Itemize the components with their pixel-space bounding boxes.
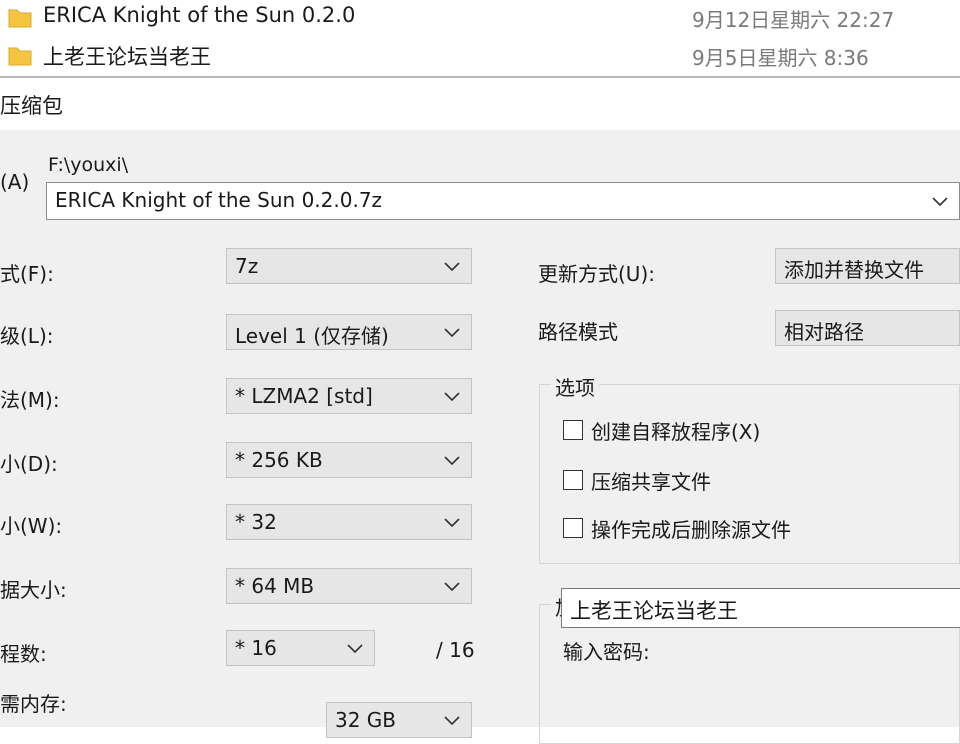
shared-files-checkbox-row[interactable]: 压缩共享文件 <box>563 468 863 496</box>
format-value: 7z <box>235 254 259 278</box>
folder-icon <box>8 47 32 66</box>
format-select[interactable]: 7z <box>226 248 472 284</box>
solid-block-select[interactable]: * 64 MB <box>226 568 472 604</box>
archive-path: F:\youxi\ <box>48 154 129 176</box>
delete-after-checkbox-label: 操作完成后删除源文件 <box>591 518 791 542</box>
word-size-value: * 32 <box>235 510 277 534</box>
archive-name-combo[interactable]: ERICA Knight of the Sun 0.2.0.7z <box>46 182 960 220</box>
chevron-down-icon <box>347 644 363 654</box>
format-label: 式(F): <box>0 262 54 286</box>
word-size-select[interactable]: * 32 <box>226 504 472 540</box>
password-input[interactable]: 上老王论坛当老王 <box>561 588 960 628</box>
solid-block-value: * 64 MB <box>235 574 315 598</box>
memory-select[interactable]: 32 GB <box>326 702 472 738</box>
chevron-down-icon <box>444 392 460 402</box>
dictionary-label: 小(D): <box>0 452 58 476</box>
chevron-down-icon[interactable] <box>931 192 949 210</box>
file-name: 上老王论坛当老王 <box>43 45 211 69</box>
threads-max: / 16 <box>436 638 475 662</box>
dialog-title: 压缩包 <box>0 94 63 118</box>
word-size-label: 小(W): <box>0 514 63 538</box>
file-date: 9月5日星期六 8:36 <box>692 46 869 70</box>
memory-value: 32 GB <box>335 708 397 732</box>
sfx-checkbox-row[interactable]: 创建自释放程序(X) <box>563 418 863 446</box>
delete-after-checkbox-row[interactable]: 操作完成后删除源文件 <box>563 516 863 544</box>
sfx-checkbox[interactable] <box>563 420 583 440</box>
file-date: 9月12日星期六 22:27 <box>692 8 895 32</box>
level-label: 级(L): <box>0 324 54 348</box>
update-mode-value: 添加并替换文件 <box>784 258 924 282</box>
options-title: 选项 <box>551 372 599 401</box>
threads-select[interactable]: * 16 <box>226 630 375 666</box>
password-value: 上老王论坛当老王 <box>570 599 738 623</box>
shared-files-checkbox-label: 压缩共享文件 <box>591 470 711 494</box>
delete-after-checkbox[interactable] <box>563 518 583 538</box>
method-label: 法(M): <box>0 388 60 412</box>
dictionary-select[interactable]: * 256 KB <box>226 442 472 478</box>
update-mode-select[interactable]: 添加并替换文件 <box>775 248 960 284</box>
archive-name-value: ERICA Knight of the Sun 0.2.0.7z <box>55 188 383 212</box>
sfx-checkbox-label: 创建自释放程序(X) <box>591 420 761 444</box>
dictionary-value: * 256 KB <box>235 448 323 472</box>
file-row-laowang[interactable]: 上老王论坛当老王 9月5日星期六 8:36 <box>0 38 960 76</box>
chevron-down-icon <box>444 716 460 726</box>
folder-icon <box>8 9 32 28</box>
path-mode-label: 路径模式 <box>538 320 618 344</box>
path-mode-select[interactable]: 相对路径 <box>775 310 960 346</box>
chevron-down-icon <box>444 518 460 528</box>
update-mode-label: 更新方式(U): <box>538 262 655 286</box>
shared-files-checkbox[interactable] <box>563 470 583 490</box>
level-select[interactable]: Level 1 (仅存储) <box>226 314 472 350</box>
memory-label: 需内存: <box>0 692 67 716</box>
dialog-titlebar: 压缩包 <box>0 78 960 130</box>
threads-value: * 16 <box>235 636 277 660</box>
path-mode-value: 相对路径 <box>784 320 864 344</box>
archive-label: (A) <box>0 170 30 194</box>
file-name: ERICA Knight of the Sun 0.2.0 <box>43 3 356 27</box>
solid-block-label: 据大小: <box>0 578 67 602</box>
password-label: 输入密码: <box>563 640 650 664</box>
add-to-archive-dialog: 压缩包 (A) F:\youxi\ ERICA Knight of the Su… <box>0 78 960 744</box>
chevron-down-icon <box>444 328 460 338</box>
chevron-down-icon <box>444 456 460 466</box>
level-value: Level 1 (仅存储) <box>235 324 389 348</box>
method-value: * LZMA2 [std] <box>235 384 373 408</box>
method-select[interactable]: * LZMA2 [std] <box>226 378 472 414</box>
threads-label: 程数: <box>0 642 47 666</box>
chevron-down-icon <box>444 582 460 592</box>
file-row-erica[interactable]: ERICA Knight of the Sun 0.2.0 9月12日星期六 2… <box>0 0 960 38</box>
chevron-down-icon <box>444 262 460 272</box>
